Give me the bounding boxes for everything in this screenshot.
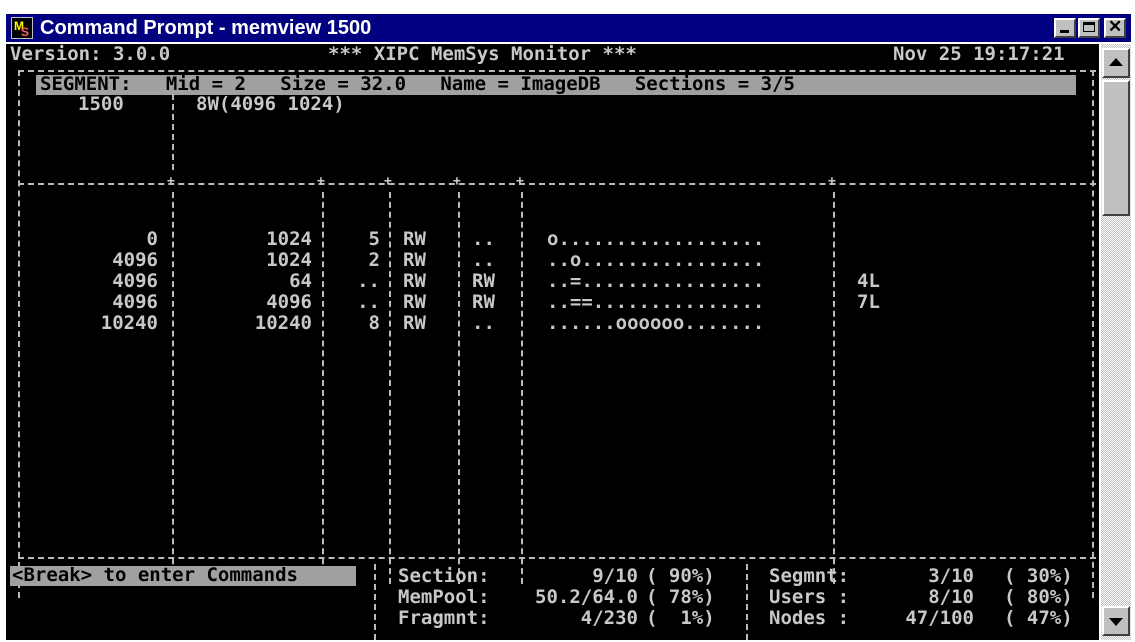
minimize-button[interactable] (1054, 18, 1076, 38)
row-count: 5 (368, 228, 380, 250)
console-window: MS Command Prompt - memview 1500 ✕ Versi… (0, 0, 1135, 642)
row-locks: 4L (857, 270, 880, 292)
stat-segmnt-pct: ( 30%) (1004, 565, 1073, 587)
column-divider (521, 192, 523, 584)
rule-junction: + (828, 174, 836, 189)
segment-summary: SEGMENT: Mid = 2 Size = 32.0 Name = Imag… (40, 73, 795, 95)
rule-junction: + (453, 174, 461, 189)
row-offset: 0 (146, 228, 158, 250)
frame-right-rule (1092, 70, 1094, 598)
command-hint[interactable]: <Break> to enter Commands (12, 565, 298, 586)
column-divider (389, 192, 391, 584)
title-bar[interactable]: MS Command Prompt - memview 1500 ✕ (6, 14, 1131, 42)
minimize-icon (1060, 30, 1069, 33)
row-size: 4096 (266, 291, 312, 313)
arrow-up-icon (1109, 58, 1123, 66)
row-mode: RW (403, 228, 426, 250)
segment-layout: 8W(4096 1024) (196, 93, 345, 115)
stat-fragmnt-label: Fragmnt: (398, 607, 490, 629)
stat-nodes-pct: ( 47%) (1004, 607, 1073, 629)
scroll-up-button[interactable] (1102, 48, 1130, 78)
row-attr: RW (472, 270, 495, 292)
stat-mempool-pct: ( 78%) (646, 586, 715, 608)
frame-left-rule (18, 70, 20, 598)
vertical-scrollbar[interactable] (1101, 44, 1131, 640)
segment-id: 1500 (78, 93, 124, 115)
stat-section-value: 9/10 (592, 565, 638, 587)
row-map: o.................. (547, 228, 765, 250)
row-offset: 4096 (112, 291, 158, 313)
rule-junction: + (167, 174, 175, 189)
row-mode: RW (403, 249, 426, 271)
row-map: ..o................ (547, 249, 765, 271)
close-button[interactable]: ✕ (1104, 17, 1126, 38)
stat-users-label: Users : (769, 586, 850, 608)
row-offset: 4096 (112, 270, 158, 292)
row-mode: RW (403, 270, 426, 292)
stat-users-pct: ( 80%) (1004, 586, 1073, 608)
row-offset: 4096 (112, 249, 158, 271)
rule-junction: + (516, 174, 524, 189)
stat-users-value: 8/10 (928, 586, 974, 608)
footer-divider (374, 564, 376, 640)
stat-fragmnt-pct: ( 1%) (646, 607, 715, 629)
close-icon: ✕ (1108, 17, 1123, 36)
stat-section-pct: ( 90%) (646, 565, 715, 587)
row-count: .. (357, 270, 380, 292)
row-size: 1024 (266, 228, 312, 250)
table-top-rule (18, 183, 1096, 185)
row-count: 2 (368, 249, 380, 271)
stat-mempool-label: MemPool: (398, 586, 490, 608)
row-attr: RW (472, 291, 495, 313)
column-divider (172, 192, 174, 584)
stat-nodes-value: 47/100 (905, 607, 974, 629)
stat-mempool-value: 50.2/64.0 (535, 586, 638, 608)
stat-segmnt-label: Segmnt: (769, 565, 850, 587)
column-divider (322, 192, 324, 584)
row-map: ..==............... (547, 291, 765, 313)
row-count: 8 (368, 312, 380, 334)
version-label: Version: 3.0.0 (10, 44, 171, 65)
footer-divider (746, 564, 748, 640)
maximize-icon (1083, 22, 1095, 32)
row-offset: 10240 (100, 312, 158, 334)
window-title: Command Prompt - memview 1500 (40, 17, 372, 39)
stat-fragmnt-value: 4/230 (580, 607, 638, 629)
column-divider (458, 192, 460, 584)
scroll-down-button[interactable] (1102, 606, 1130, 636)
row-map: ..=................ (547, 270, 765, 292)
rule-junction: + (317, 174, 325, 189)
column-divider (833, 192, 835, 584)
stat-segmnt-value: 3/10 (928, 565, 974, 587)
rule-junction: + (384, 174, 392, 189)
row-mode: RW (403, 291, 426, 313)
row-attr: .. (472, 312, 495, 334)
scroll-thumb[interactable] (1102, 80, 1130, 216)
row-size: 1024 (266, 249, 312, 271)
frame-top-rule (18, 70, 1096, 72)
row-count: .. (357, 291, 380, 313)
row-attr: .. (472, 249, 495, 271)
row-size: 64 (289, 270, 312, 292)
timestamp: Nov 25 19:17:21 (893, 44, 1065, 65)
row-size: 10240 (254, 312, 312, 334)
stat-nodes-label: Nodes : (769, 607, 850, 629)
row-mode: RW (403, 312, 426, 334)
segment-divider (172, 94, 174, 170)
console-output[interactable]: Version: 3.0.0 *** XIPC MemSys Monitor *… (6, 44, 1099, 640)
row-attr: .. (472, 228, 495, 250)
maximize-button[interactable] (1078, 18, 1100, 38)
stat-section-label: Section: (398, 565, 490, 587)
arrow-down-icon (1109, 618, 1123, 626)
ms-dos-prompt-icon[interactable]: MS (11, 17, 33, 39)
row-map: ......oooooo....... (547, 312, 765, 334)
app-name: *** XIPC MemSys Monitor *** (328, 44, 637, 65)
row-locks: 7L (857, 291, 880, 313)
footer-rule (18, 557, 1096, 559)
